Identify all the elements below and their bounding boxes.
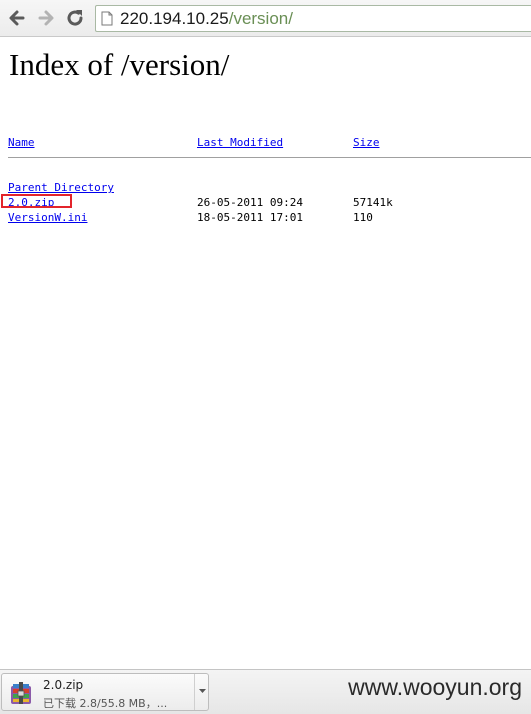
url-text: 220.194.10.25/version/ <box>120 9 293 29</box>
browser-toolbar: 220.194.10.25/version/ <box>0 0 531 37</box>
winrar-archive-icon <box>11 682 31 704</box>
parent-directory-link[interactable]: Parent Directory <box>8 181 114 194</box>
download-menu-button[interactable] <box>194 674 209 710</box>
download-status: 已下载 2.8/55.8 MB，... <box>43 697 168 710</box>
reload-button[interactable] <box>64 7 86 29</box>
watermark-text: www.wooyun.org <box>348 674 522 700</box>
url-path: /version/ <box>228 9 293 28</box>
forward-button[interactable] <box>35 7 57 29</box>
download-shelf: 2.0.zip 已下载 2.8/55.8 MB，... www.wooyun.o… <box>0 669 531 714</box>
file-size: 110 <box>353 211 373 224</box>
file-modified: 18-05-2011 17:01 <box>197 211 303 224</box>
column-size-link[interactable]: Size <box>353 136 380 149</box>
download-item[interactable]: 2.0.zip 已下载 2.8/55.8 MB，... <box>1 673 209 711</box>
url-host: 220.194.10.25 <box>120 9 229 28</box>
column-last-modified-link[interactable]: Last Modified <box>197 136 283 149</box>
address-bar[interactable]: 220.194.10.25/version/ <box>95 5 531 32</box>
chevron-down-icon <box>199 689 206 693</box>
file-size: 57141k <box>353 196 393 209</box>
back-arrow-icon <box>9 10 25 26</box>
reload-icon <box>67 10 83 26</box>
forward-arrow-icon <box>38 10 54 26</box>
download-file-name: 2.0.zip <box>43 678 84 692</box>
header-divider <box>8 157 531 158</box>
page-icon <box>101 11 113 26</box>
page-title: Index of /version/ <box>9 47 230 82</box>
file-modified: 26-05-2011 09:24 <box>197 196 303 209</box>
back-button[interactable] <box>6 7 28 29</box>
file-link[interactable]: VersionW.ini <box>8 211 87 224</box>
column-name-link[interactable]: Name <box>8 136 35 149</box>
browser-window: 220.194.10.25/version/ Index of /version… <box>0 0 531 714</box>
highlight-box <box>1 194 72 208</box>
